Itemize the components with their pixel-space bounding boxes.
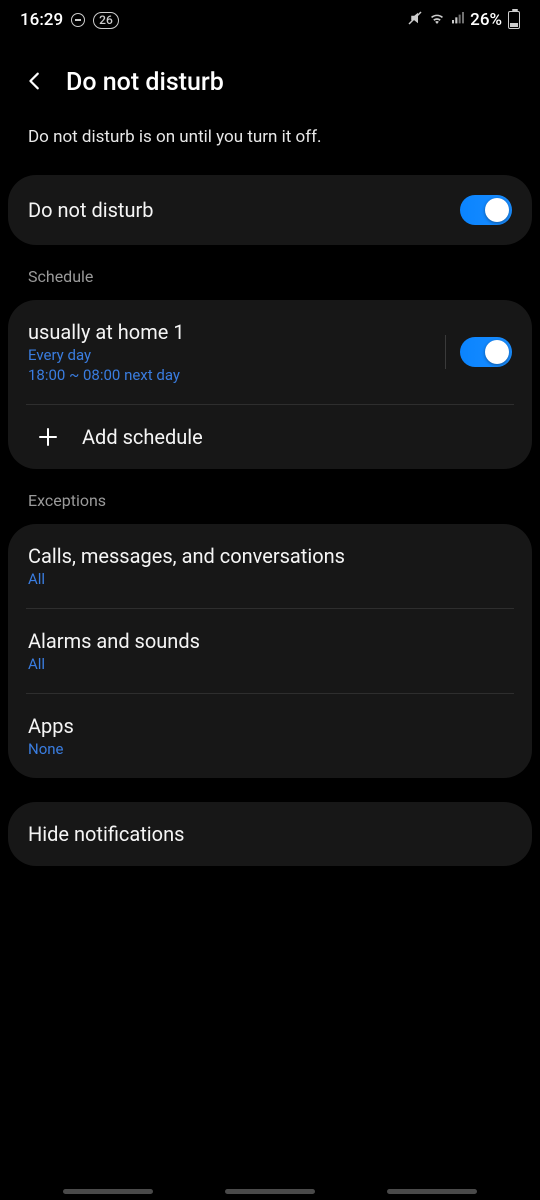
battery-percent: 26% (470, 10, 502, 30)
exception-apps-row[interactable]: Apps None (8, 694, 532, 778)
schedule-name: usually at home 1 (28, 320, 445, 344)
page-title: Do not disturb (66, 68, 224, 97)
status-right: 26% (406, 9, 520, 32)
status-left: 16:29 26 (20, 10, 119, 30)
schedule-section-label: Schedule (0, 249, 540, 296)
chevron-left-icon (24, 70, 46, 92)
exception-calls-title: Calls, messages, and conversations (28, 544, 512, 568)
hide-notifications-row[interactable]: Hide notifications (8, 802, 532, 866)
schedule-card: usually at home 1 Every day 18:00 ~ 08:0… (8, 300, 532, 469)
battery-icon (508, 11, 520, 29)
schedule-toggle[interactable] (460, 337, 512, 367)
master-toggle-card: Do not disturb (8, 175, 532, 245)
exception-calls-value: All (28, 570, 512, 588)
add-schedule-label: Add schedule (82, 425, 203, 449)
schedule-days: Every day (28, 346, 445, 364)
hide-notifications-title: Hide notifications (28, 822, 512, 846)
page-subtitle: Do not disturb is on until you turn it o… (0, 111, 540, 171)
schedule-entry-row[interactable]: usually at home 1 Every day 18:00 ~ 08:0… (8, 300, 532, 404)
plus-icon (36, 425, 60, 449)
exception-calls-row[interactable]: Calls, messages, and conversations All (8, 524, 532, 608)
exception-apps-value: None (28, 740, 512, 758)
app-header: Do not disturb (0, 40, 540, 111)
nav-back[interactable] (387, 1189, 477, 1194)
nav-recent[interactable] (63, 1189, 153, 1194)
exception-alarms-row[interactable]: Alarms and sounds All (8, 609, 532, 693)
back-button[interactable] (24, 70, 46, 96)
signal-icon (450, 10, 466, 31)
master-toggle[interactable] (460, 195, 512, 225)
dnd-status-icon (71, 13, 85, 27)
nav-bar (0, 1189, 540, 1194)
master-toggle-row[interactable]: Do not disturb (8, 175, 532, 245)
exceptions-section-label: Exceptions (0, 473, 540, 520)
schedule-time: 18:00 ~ 08:00 next day (28, 366, 445, 384)
nav-home[interactable] (225, 1189, 315, 1194)
wifi-icon (428, 9, 446, 32)
toggle-divider (445, 335, 446, 369)
add-schedule-row[interactable]: Add schedule (8, 405, 532, 469)
exceptions-card: Calls, messages, and conversations All A… (8, 524, 532, 778)
exception-apps-title: Apps (28, 714, 512, 738)
hide-notifications-card: Hide notifications (8, 802, 532, 866)
mute-icon (406, 9, 424, 32)
notification-badge: 26 (93, 12, 119, 29)
clock: 16:29 (20, 10, 63, 30)
exception-alarms-value: All (28, 655, 512, 673)
exception-alarms-title: Alarms and sounds (28, 629, 512, 653)
master-label: Do not disturb (28, 198, 460, 222)
status-bar: 16:29 26 26% (0, 0, 540, 40)
